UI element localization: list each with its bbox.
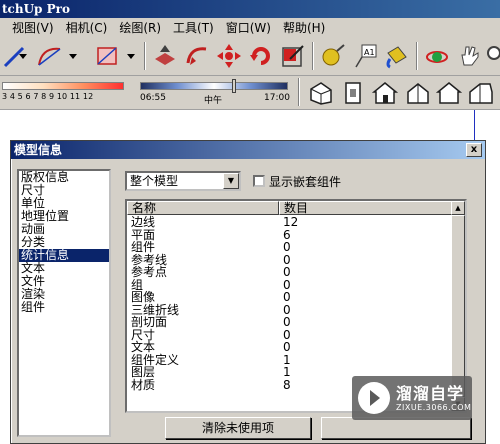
menu-view[interactable]: 视图(V) <box>0 18 60 38</box>
row-count-cell: 0 <box>283 252 291 267</box>
scroll-up-icon[interactable]: ▲ <box>451 201 465 215</box>
dialog-title: 模型信息 <box>14 143 63 157</box>
play-triangle-icon <box>370 390 380 406</box>
top-view-icon[interactable] <box>338 78 368 108</box>
move-tool-icon[interactable] <box>214 41 244 71</box>
app-title: tchUp Pro <box>2 2 70 16</box>
table-row[interactable]: 边线 12 <box>127 216 379 229</box>
tape-measure-tool-icon[interactable] <box>318 41 348 71</box>
text-tool-icon[interactable]: A1 <box>350 41 380 71</box>
toolbar-separator <box>312 42 314 70</box>
rotate-tool-icon[interactable] <box>246 41 276 71</box>
show-nested-checkbox[interactable] <box>253 175 265 187</box>
category-list: 版权信息 尺寸 单位 地理位置 动画 分类 统计信息 文本 文件 渲染 组件 <box>17 169 111 437</box>
table-row[interactable]: 尺寸 0 <box>127 327 379 342</box>
row-count-cell: 0 <box>283 340 291 354</box>
menu-tools[interactable]: 工具(T) <box>167 18 220 38</box>
time-mid-label: 中午 <box>204 96 223 106</box>
site-watermark: 溜溜自学 ZIXUE.3066.COM <box>352 376 472 420</box>
row-name-cell: 图像 <box>131 290 156 304</box>
table-row[interactable]: 组件定义 1 <box>127 352 379 367</box>
menu-window[interactable]: 窗口(W) <box>220 18 277 38</box>
column-header-name[interactable]: 名称 <box>127 201 279 215</box>
table-header: 名称 数目 <box>127 201 453 215</box>
close-button[interactable]: x <box>466 143 482 157</box>
svg-text:A1: A1 <box>364 48 375 57</box>
column-header-count[interactable]: 数目 <box>279 201 453 215</box>
row-name-cell: 参考点 <box>131 265 168 279</box>
menu-draw[interactable]: 绘图(R) <box>113 18 167 38</box>
row-name-cell: 文本 <box>131 340 156 354</box>
orbit-tool-icon[interactable] <box>422 41 452 71</box>
app-titlebar: tchUp Pro <box>0 0 500 18</box>
dropdown-arrow-icon[interactable] <box>66 41 80 71</box>
arc-tool-icon[interactable] <box>34 41 64 71</box>
main-toolbar: A1 <box>0 38 500 76</box>
front-view-icon[interactable] <box>370 78 400 108</box>
chevron-down-icon[interactable]: ▼ <box>223 173 239 189</box>
toolbar-separator <box>298 78 300 106</box>
row-count-cell: 0 <box>283 277 291 292</box>
row-count-cell: 0 <box>283 240 291 254</box>
row-count-cell: 0 <box>283 327 291 342</box>
dropdown-arrow-icon[interactable] <box>124 41 138 71</box>
right-view-icon[interactable] <box>402 78 432 108</box>
row-count-cell: 0 <box>283 302 291 317</box>
time-end-label: 17:00 <box>264 93 290 103</box>
menubar: 视图(V) 相机(C) 绘图(R) 工具(T) 窗口(W) 帮助(H) <box>0 18 500 38</box>
row-name-cell: 边线 <box>131 215 156 229</box>
table-row[interactable]: 平面 6 <box>127 227 379 242</box>
iso-view-icon[interactable] <box>306 78 336 108</box>
row-count-cell: 0 <box>283 315 291 329</box>
menu-help[interactable]: 帮助(H) <box>277 18 331 38</box>
row-count-cell: 12 <box>283 215 299 229</box>
secondary-button[interactable] <box>321 417 471 439</box>
category-item[interactable]: 组件 <box>19 301 109 314</box>
left-view-icon[interactable] <box>466 78 496 108</box>
toolbar-separator <box>416 42 418 70</box>
pan-hand-tool-icon[interactable] <box>454 41 484 71</box>
shadow-toolbar: 3 4 5 6 7 8 9 10 11 12 06:55 中午 17:00 <box>0 76 500 110</box>
row-count-cell: 0 <box>283 290 291 304</box>
row-name-cell: 剖切面 <box>131 315 168 329</box>
shadow-time-thumb[interactable] <box>232 79 236 93</box>
back-view-icon[interactable] <box>434 78 464 108</box>
table-row[interactable]: 参考点 0 <box>127 266 379 279</box>
scope-dropdown[interactable]: 整个模型 ▼ <box>125 171 241 191</box>
rectangle-tool-icon[interactable] <box>92 41 122 71</box>
table-row[interactable]: 材质 8 <box>127 377 379 392</box>
row-count-cell: 1 <box>283 352 291 367</box>
table-row[interactable]: 文本 0 <box>127 341 379 354</box>
shadow-month-numbers: 3 4 5 6 7 8 9 10 11 12 <box>2 92 94 101</box>
time-start-label: 06:55 <box>140 93 166 103</box>
row-count-cell: 0 <box>283 265 291 279</box>
zoom-tool-icon[interactable] <box>484 41 500 71</box>
row-name-cell: 图层 <box>131 365 156 379</box>
dialog-titlebar[interactable]: 模型信息 x <box>11 141 485 159</box>
watermark-subtitle: ZIXUE.3066.COM <box>396 403 472 412</box>
table-row[interactable]: 组0 <box>127 277 379 292</box>
dropdown-arrow-icon[interactable] <box>16 41 30 71</box>
scale-tool-icon[interactable] <box>278 41 308 71</box>
table-row[interactable]: 图层 1 <box>127 366 379 379</box>
scope-dropdown-value: 整个模型 <box>130 174 179 188</box>
row-name-cell: 组件 <box>131 240 156 254</box>
table-row[interactable]: 剖切面 0 <box>127 316 379 329</box>
table-row[interactable]: 图像 0 <box>127 291 379 304</box>
menu-camera[interactable]: 相机(C) <box>60 18 114 38</box>
table-row[interactable]: 组件 0 <box>127 241 379 254</box>
follow-me-tool-icon[interactable] <box>182 41 212 71</box>
row-name-cell: 材质 <box>131 377 156 392</box>
show-nested-label: 显示嵌套组件 <box>269 175 342 189</box>
shadow-time-slider[interactable] <box>140 82 288 90</box>
paint-bucket-tool-icon[interactable] <box>382 41 412 71</box>
blue-axis-line <box>474 110 475 140</box>
toolbar-separator <box>144 42 146 70</box>
row-count-cell: 6 <box>283 227 291 242</box>
scroll-thumb[interactable] <box>451 215 465 397</box>
push-pull-tool-icon[interactable] <box>150 41 180 71</box>
watermark-title: 溜溜自学 <box>396 384 465 403</box>
purge-unused-button[interactable]: 清除未使用项 <box>165 417 311 439</box>
shadow-month-slider[interactable] <box>2 82 124 90</box>
